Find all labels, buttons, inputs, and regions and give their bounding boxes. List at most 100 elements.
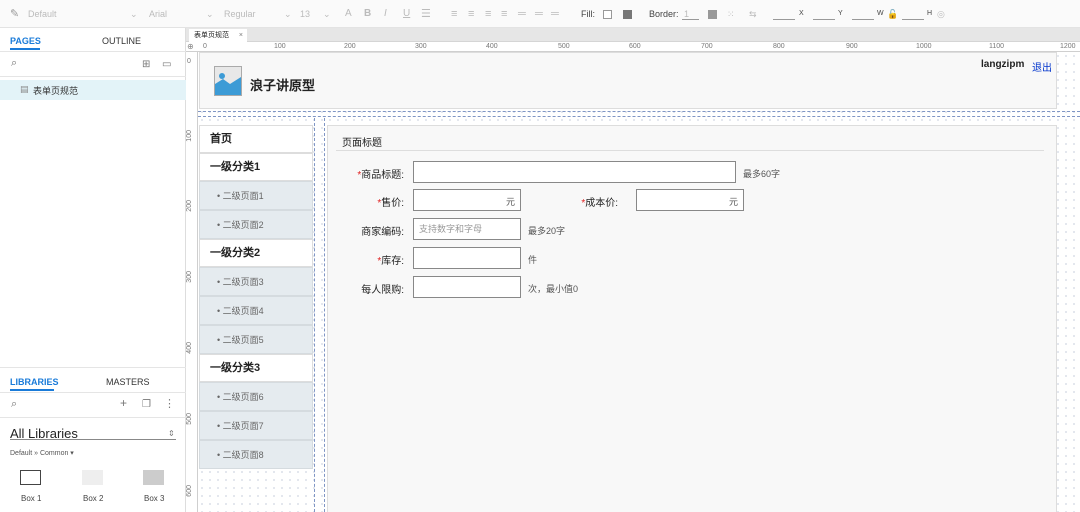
ruler-h-200: 200: [344, 43, 356, 50]
tab-libraries[interactable]: LIBRARIES: [10, 377, 59, 387]
merchant-code-input[interactable]: [413, 218, 521, 240]
border-style-icon[interactable]: ⁙: [727, 0, 735, 28]
library-copy-icon[interactable]: ❐: [142, 399, 151, 410]
add-folder-icon[interactable]: ▭: [162, 59, 171, 70]
align-left-icon[interactable]: ≡: [451, 0, 457, 28]
visibility-eye-icon[interactable]: ◎: [937, 0, 945, 28]
page-icon: ▤: [20, 84, 29, 94]
library-path[interactable]: Default » Common ▾: [10, 449, 74, 457]
ruler-h-1200: 1200: [1060, 43, 1076, 50]
nav-item-category-1[interactable]: 一级分类1: [199, 153, 313, 181]
user-name: langzipm: [981, 59, 1025, 70]
nav-item-page-7[interactable]: • 二级页面7: [199, 411, 313, 440]
fill-image-swatch[interactable]: [623, 10, 632, 19]
style-select[interactable]: Default: [28, 0, 57, 28]
valign-middle-icon[interactable]: ═: [535, 0, 543, 28]
tab-form-spec[interactable]: 表单页规范 ×: [189, 29, 247, 42]
border-color-swatch[interactable]: [708, 10, 717, 19]
nav-item-page-8[interactable]: • 二级页面8: [199, 440, 313, 469]
left-panel: PAGES OUTLINE ⌕ ⊞ ▭ ▤ 表单页规范 LIBRARIES MA…: [0, 28, 186, 512]
weight-select[interactable]: Regular: [224, 0, 256, 28]
tab-pages[interactable]: PAGES: [10, 36, 41, 46]
doc-tab-label: 表单页规范: [194, 32, 229, 39]
product-title-input[interactable]: [413, 161, 736, 183]
nav-item-page-6[interactable]: • 二级页面6: [199, 382, 313, 411]
ruler-v-500: 500: [186, 413, 193, 425]
library-search-icon[interactable]: ⌕: [11, 399, 17, 410]
box2-label: Box 2: [83, 494, 104, 503]
merchant-code-hint: 最多20字: [528, 226, 566, 236]
ruler-h-600: 600: [629, 43, 641, 50]
align-right-icon[interactable]: ≡: [485, 0, 491, 28]
box3-widget[interactable]: [143, 470, 164, 485]
valign-top-icon[interactable]: ═: [518, 0, 526, 28]
document-tab-bar: 表单页规范 ×: [186, 28, 1080, 42]
box1-widget[interactable]: [20, 470, 41, 485]
logo-image[interactable]: [214, 66, 242, 96]
ruler-h-500: 500: [558, 43, 570, 50]
nav-item-category-3[interactable]: 一级分类3: [199, 354, 313, 382]
nav-item-page-2[interactable]: • 二级页面2: [199, 210, 313, 239]
purchase-limit-input[interactable]: [413, 276, 521, 298]
cost-price-input[interactable]: [636, 189, 744, 211]
border-width-field[interactable]: 1: [684, 0, 689, 28]
ruler-h-800: 800: [773, 43, 785, 50]
tab-outline[interactable]: OUTLINE: [102, 36, 141, 46]
nav-item-page-4[interactable]: • 二级页面4: [199, 296, 313, 325]
library-select-arrow-icon[interactable]: ⇕: [168, 428, 175, 439]
align-center-icon[interactable]: ≡: [468, 0, 474, 28]
nav-item-category-2[interactable]: 一级分类2: [199, 239, 313, 267]
ruler-h-1000: 1000: [916, 43, 932, 50]
bullet-list-icon[interactable]: ☰: [421, 0, 431, 28]
add-page-icon[interactable]: ⊞: [142, 59, 150, 70]
search-icon[interactable]: ⌕: [11, 58, 17, 69]
style-dropdown-icon[interactable]: ⌄: [130, 0, 138, 28]
ruler-h-1100: 1100: [989, 43, 1005, 50]
horizontal-ruler: ⊕ 0 100 200 300 400 500 600 700 800 900 …: [186, 42, 1080, 52]
close-icon[interactable]: ×: [239, 29, 243, 42]
text-color-icon[interactable]: A: [345, 0, 352, 28]
logout-link[interactable]: 退出: [1032, 59, 1052, 74]
italic-icon[interactable]: I: [384, 0, 387, 28]
purchase-limit-hint: 次，最小值0: [528, 284, 579, 294]
page-item-form-spec[interactable]: ▤ 表单页规范: [0, 80, 186, 100]
tab-masters[interactable]: MASTERS: [106, 377, 150, 387]
border-arrow-icon[interactable]: ⇆: [749, 0, 757, 28]
ruler-v-0: 0: [187, 58, 191, 65]
site-title: 浪子讲原型: [250, 78, 316, 93]
lock-icon[interactable]: 🔓: [887, 0, 898, 28]
nav-item-page-3[interactable]: • 二级页面3: [199, 267, 313, 296]
ruler-v-400: 400: [186, 342, 193, 354]
add-library-icon[interactable]: +: [120, 397, 127, 409]
box1-label: Box 1: [21, 494, 42, 503]
ruler-v-300: 300: [186, 271, 193, 283]
y-label: Y: [838, 10, 843, 17]
page-item-label: 表单页规范: [33, 86, 79, 96]
nav-item-page-1[interactable]: • 二级页面1: [199, 181, 313, 210]
price-unit: 元: [506, 197, 516, 207]
ruler-h-900: 900: [846, 43, 858, 50]
price-input[interactable]: [413, 189, 521, 211]
box2-widget[interactable]: [82, 470, 103, 485]
valign-bottom-icon[interactable]: ═: [551, 0, 559, 28]
align-justify-icon[interactable]: ≡: [501, 0, 507, 28]
font-size-select[interactable]: 13: [300, 0, 310, 28]
fill-color-swatch[interactable]: [603, 10, 612, 19]
style-icon[interactable]: ✎: [10, 0, 19, 28]
size-dropdown-icon[interactable]: ⌄: [323, 0, 331, 28]
font-dropdown-icon[interactable]: ⌄: [206, 0, 214, 28]
nav-item-home[interactable]: 首页: [199, 125, 313, 153]
font-select[interactable]: Arial: [149, 0, 167, 28]
design-canvas[interactable]: 浪子讲原型 langzipm 退出 首页 一级分类1 • 二级页面1 • 二级页…: [198, 52, 1080, 512]
stock-input[interactable]: [413, 247, 521, 269]
more-options-icon[interactable]: ⋮: [164, 399, 175, 410]
w-label: W: [877, 10, 884, 17]
purchase-limit-label: 每人限购:: [361, 285, 404, 296]
bold-icon[interactable]: B: [364, 0, 371, 28]
underline-icon[interactable]: U: [403, 0, 410, 28]
ruler-v-100: 100: [186, 130, 193, 142]
nav-item-page-5[interactable]: • 二级页面5: [199, 325, 313, 354]
weight-dropdown-icon[interactable]: ⌄: [284, 0, 292, 28]
title-divider: [336, 150, 1044, 151]
side-navigation: 首页 一级分类1 • 二级页面1 • 二级页面2 一级分类2 • 二级页面3 •…: [199, 125, 313, 469]
